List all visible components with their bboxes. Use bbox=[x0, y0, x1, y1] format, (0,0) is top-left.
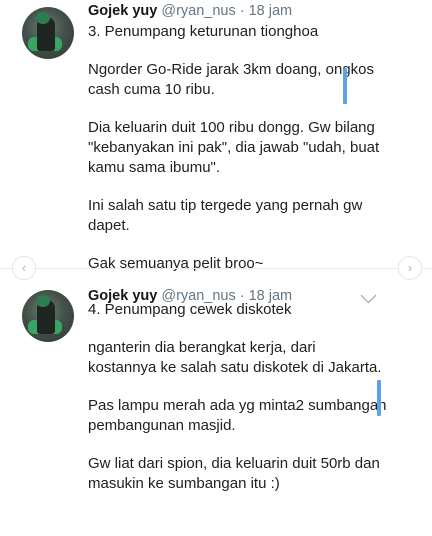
timestamp[interactable]: · 18 jam bbox=[240, 3, 292, 19]
divider bbox=[0, 268, 432, 269]
display-name[interactable]: Gojek yuy bbox=[88, 3, 157, 19]
tweet-paragraph: Gak semuanya pelit broo~ bbox=[88, 255, 264, 272]
tweet-header: Gojek yuy @ryan_nus · 18 jam bbox=[88, 3, 292, 19]
tweet-paragraph: 3. Penumpang keturunan tionghoa bbox=[88, 23, 319, 40]
tweet-text: 3. Penumpang keturunan tionghoa Ngorder … bbox=[88, 22, 388, 292]
user-handle[interactable]: @ryan_nus bbox=[161, 3, 235, 19]
tweet-card[interactable]: Gojek yuy @ryan_nus · 18 jam 3. Penumpan… bbox=[0, 0, 432, 272]
tweet-paragraph: 4. Penumpang cewek diskotek bbox=[88, 301, 292, 318]
tweet-paragraph: Pas lampu merah ada yg minta2 sumbangan … bbox=[88, 397, 387, 434]
tweet-paragraph: Gw liat dari spion, dia keluarin duit 50… bbox=[88, 455, 380, 492]
scroll-indicator bbox=[377, 380, 381, 416]
tweet-paragraph: Dia keluarin duit 100 ribu dongg. Gw bil… bbox=[88, 119, 380, 176]
tweet-text: 4. Penumpang cewek diskotek nganterin di… bbox=[88, 300, 388, 512]
tweet-paragraph: nganterin dia berangkat kerja, dari kost… bbox=[88, 339, 382, 376]
scroll-indicator bbox=[343, 68, 347, 104]
avatar[interactable] bbox=[22, 290, 74, 342]
avatar-helmet bbox=[36, 12, 50, 24]
tweet-card[interactable]: Gojek yuy @ryan_nus · 18 jam 4. Penumpan… bbox=[0, 276, 432, 536]
avatar-helmet bbox=[36, 295, 50, 307]
tweet-paragraph: Ini salah satu tip tergede yang pernah g… bbox=[88, 197, 363, 234]
avatar[interactable] bbox=[22, 7, 74, 59]
